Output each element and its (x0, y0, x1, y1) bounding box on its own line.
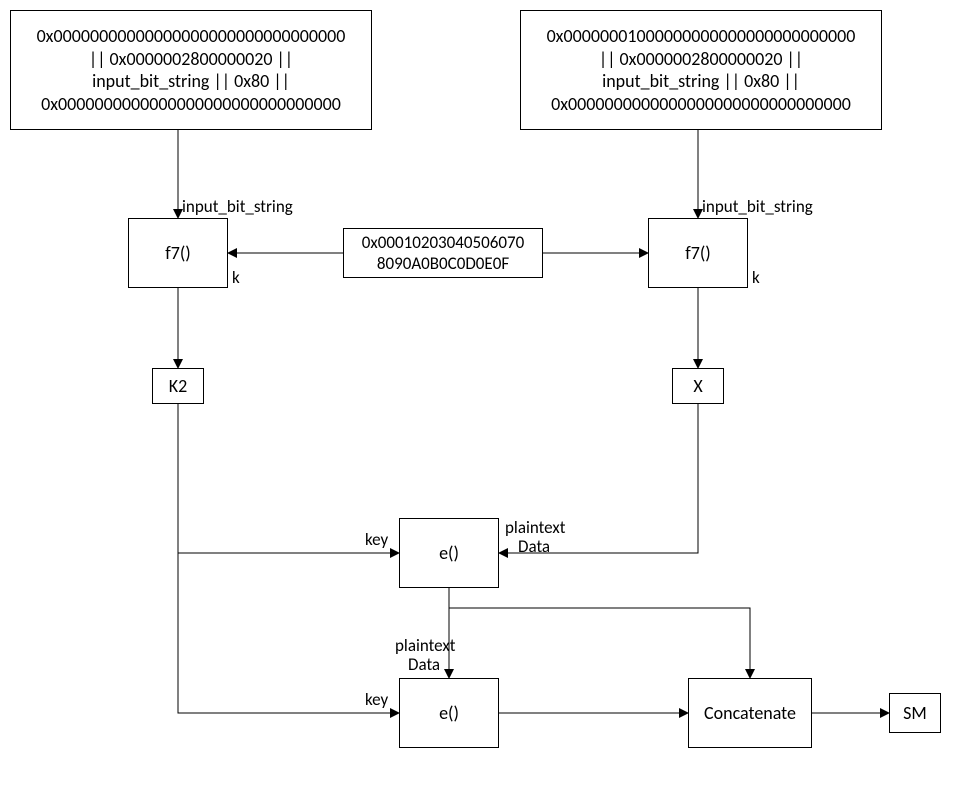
label: Concatenate (704, 702, 796, 725)
text: || 0x0000002800000020 || (599, 48, 803, 71)
input-block-right: 0x00000001000000000000000000000000 || 0x… (520, 10, 882, 130)
f7-right: f7() (648, 218, 748, 288)
label: e() (439, 542, 459, 565)
label-k-left: k (232, 269, 240, 288)
text: 0x0000000000000000000000000000000 (551, 93, 851, 116)
text: input_bit_string || 0x80 || (602, 70, 800, 93)
label: f7() (165, 242, 191, 265)
sm-box: SM (889, 693, 941, 733)
f7-left: f7() (128, 218, 228, 288)
label-plaintext-e2-b: Data (408, 656, 440, 675)
e1-box: e() (399, 518, 499, 588)
x-box: X (672, 368, 724, 404)
label: SM (903, 702, 927, 725)
label-k-right: k (752, 269, 760, 288)
label: f7() (685, 242, 711, 265)
label-input-bit-string-left: input_bit_string (182, 198, 293, 217)
text: 0x00010203040506070 (362, 232, 524, 253)
text: 0x00000001000000000000000000000000 (547, 25, 856, 48)
text: 0x0000000000000000000000000000000 (41, 93, 341, 116)
e2-box: e() (399, 678, 499, 748)
text: 0x00000000000000000000000000000000 (37, 25, 346, 48)
label-plaintext-e1-a: plaintext (505, 519, 565, 538)
concatenate-box: Concatenate (688, 678, 812, 748)
text: input_bit_string || 0x80 || (92, 70, 290, 93)
label-key-e2: key (365, 691, 388, 710)
label: X (693, 375, 702, 398)
text: 8090A0B0C0D0E0F (377, 253, 509, 274)
text: || 0x0000002800000020 || (89, 48, 293, 71)
label: K2 (169, 375, 187, 398)
label-key-e1: key (365, 531, 388, 550)
key-constant: 0x00010203040506070 8090A0B0C0D0E0F (343, 228, 543, 278)
input-block-left: 0x00000000000000000000000000000000 || 0x… (10, 10, 372, 130)
k2-box: K2 (152, 368, 204, 404)
label-plaintext-e2-a: plaintext (395, 637, 455, 656)
label-input-bit-string-right: input_bit_string (702, 198, 813, 217)
label-plaintext-e1-b: Data (518, 538, 550, 557)
label: e() (439, 702, 459, 725)
